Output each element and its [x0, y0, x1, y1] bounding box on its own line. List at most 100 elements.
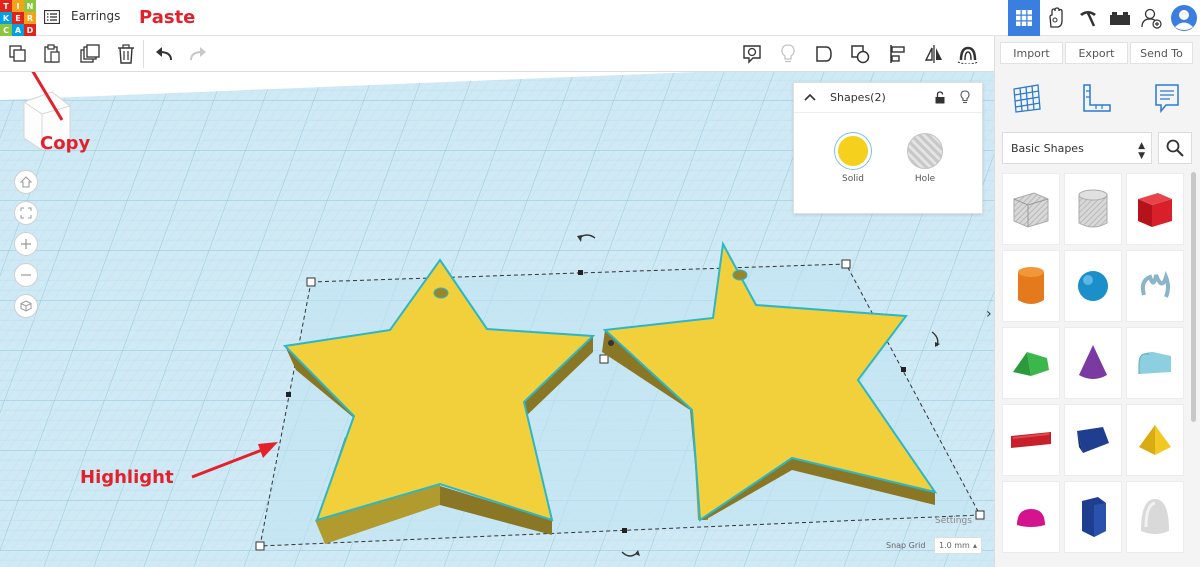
collapse-chevron-icon[interactable]: [804, 93, 816, 101]
shape-library-scrollbar[interactable]: [1191, 172, 1196, 422]
zoom-in-button[interactable]: [14, 232, 38, 256]
note-button[interactable]: [740, 42, 764, 66]
mirror-icon: [924, 45, 942, 63]
mirror-button[interactable]: [922, 42, 946, 66]
list-menu-icon[interactable]: [44, 10, 60, 24]
copy-button[interactable]: [6, 42, 30, 66]
undo-icon: [156, 47, 172, 61]
round-roof-icon: [1138, 352, 1171, 374]
align-button[interactable]: [886, 42, 910, 66]
note-icon: [743, 45, 761, 64]
light-bulb-icon: [781, 44, 795, 63]
roof-icon: [1013, 352, 1049, 376]
pyramid-icon: [1139, 425, 1171, 455]
plus-icon: [21, 239, 31, 249]
shape-cylinder[interactable]: [1002, 250, 1060, 322]
shape-box-hole[interactable]: [1002, 173, 1060, 245]
ruler-icon[interactable]: [1080, 81, 1114, 115]
workplane-button[interactable]: [812, 42, 836, 66]
shape-box[interactable]: [1126, 173, 1184, 245]
home-icon: [20, 176, 32, 188]
cube-icon: [20, 300, 32, 312]
fit-view-button[interactable]: [14, 201, 38, 225]
shape-text[interactable]: [1002, 404, 1060, 476]
duplicate-icon: [80, 44, 100, 63]
group-button[interactable]: [956, 42, 980, 66]
align-icon: [890, 45, 905, 63]
shape-pyramid[interactable]: [1126, 404, 1184, 476]
delete-button[interactable]: [114, 42, 138, 66]
paste-button[interactable]: [40, 42, 64, 66]
caret-up-icon: ▴: [972, 541, 977, 550]
light-bulb-button[interactable]: [776, 42, 800, 66]
group-icon: [957, 46, 979, 64]
perspective-button[interactable]: [14, 294, 38, 318]
ar-view-button[interactable]: [1040, 0, 1072, 36]
copy-annotation: Copy: [40, 133, 91, 154]
inspector-title: Shapes(2): [830, 91, 886, 104]
logo-letter: E: [12, 12, 24, 24]
bricks-button[interactable]: [1104, 0, 1136, 36]
polygon-icon: [1082, 497, 1106, 537]
sphere-icon: [1078, 271, 1108, 301]
send-to-button[interactable]: Send To: [1130, 42, 1193, 64]
logo-letter: D: [24, 24, 36, 36]
shape-inspector: Shapes(2) Solid Hole: [793, 82, 983, 214]
search-icon: [1166, 139, 1184, 157]
solid-option[interactable]: [835, 133, 871, 169]
export-button[interactable]: Export: [1065, 42, 1128, 64]
workplane-grid-icon[interactable]: [1010, 81, 1044, 115]
user-avatar-button[interactable]: [1168, 0, 1200, 36]
logo-letter: A: [12, 24, 24, 36]
shape-sphere[interactable]: [1064, 250, 1122, 322]
light-bulb-icon[interactable]: [960, 90, 970, 104]
shape-cone[interactable]: [1064, 327, 1122, 399]
zoom-out-button[interactable]: [14, 263, 38, 287]
paste-icon: [44, 44, 60, 63]
workplane-icon: [816, 46, 832, 62]
select-arrows-icon: ▲ ▼: [1138, 141, 1145, 161]
shapes-category-select[interactable]: Basic Shapes ▲ ▼: [1002, 132, 1152, 164]
shape-round-roof[interactable]: [1126, 327, 1184, 399]
shape-library: [1002, 173, 1188, 558]
duplicate-button[interactable]: [78, 42, 102, 66]
shape-wedge[interactable]: [1064, 404, 1122, 476]
copy-icon: [9, 45, 26, 62]
tinkercad-logo[interactable]: T I N K E R C A D: [0, 0, 36, 36]
paste-annotation: Paste: [139, 7, 196, 28]
undo-button[interactable]: [152, 42, 176, 66]
half-sphere-icon: [1017, 509, 1045, 527]
shapes-category-value: Basic Shapes: [1011, 142, 1084, 155]
home-view-button[interactable]: [14, 170, 38, 194]
paraboloid-icon: [1141, 499, 1169, 534]
highlight-annotation: Highlight: [80, 467, 174, 488]
redo-button[interactable]: [186, 42, 210, 66]
pickaxe-icon: [1080, 11, 1096, 27]
wedge-icon: [1077, 427, 1109, 453]
cylinder-hole-icon: [1078, 189, 1108, 228]
settings-link[interactable]: Settings: [935, 516, 972, 526]
shape-search-button[interactable]: [1158, 132, 1192, 164]
cone-icon: [1079, 345, 1107, 379]
shape-scribble[interactable]: [1126, 250, 1184, 322]
top-right-nav: [1008, 0, 1200, 36]
notes-icon[interactable]: [1150, 81, 1184, 115]
shape-polygon[interactable]: [1064, 481, 1122, 553]
import-button[interactable]: Import: [1000, 42, 1063, 64]
minus-icon: [21, 274, 31, 276]
shape-paraboloid[interactable]: [1126, 481, 1184, 553]
snap-grid-select[interactable]: 1.0 mm ▴: [934, 537, 982, 554]
shape-half-sphere[interactable]: [1002, 481, 1060, 553]
grid-view-button[interactable]: [1008, 0, 1040, 36]
user-avatar-icon: [1171, 5, 1197, 31]
red-box-icon: [1138, 193, 1172, 227]
ruler-shape-icon: [851, 45, 870, 64]
ruler-shape-button[interactable]: [848, 42, 872, 66]
shape-cylinder-hole[interactable]: [1064, 173, 1122, 245]
shape-roof[interactable]: [1002, 327, 1060, 399]
minecraft-button[interactable]: [1072, 0, 1104, 36]
add-user-button[interactable]: [1136, 0, 1168, 36]
hole-option[interactable]: [907, 133, 943, 169]
design-title[interactable]: Earrings: [71, 9, 120, 23]
lock-icon[interactable]: [934, 91, 946, 104]
